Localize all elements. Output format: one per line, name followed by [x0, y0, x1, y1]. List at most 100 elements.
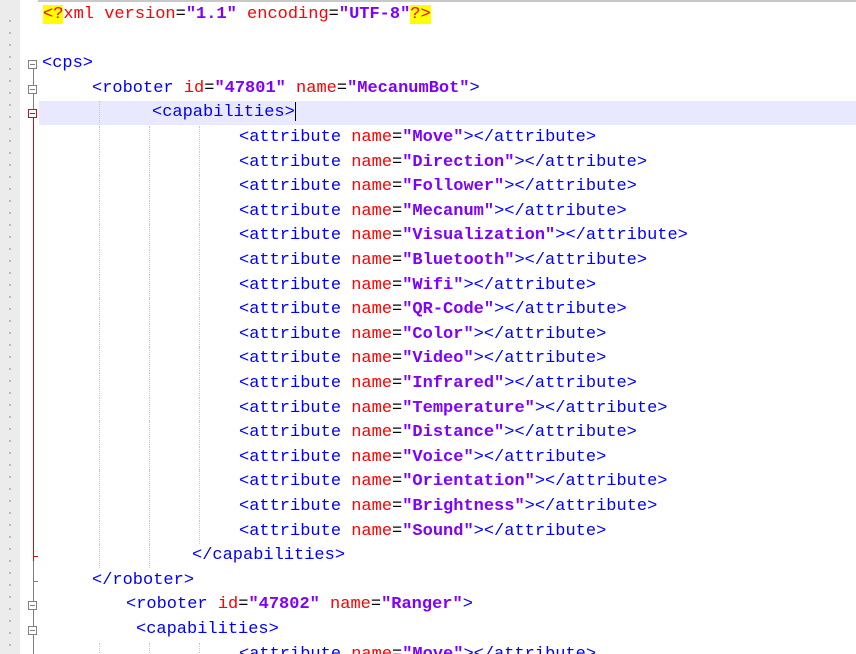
code-text: <attribute name="Visualization"></attrib…	[239, 224, 688, 248]
indent-guide	[199, 519, 200, 544]
indent-guide	[149, 249, 150, 273]
xml-attribute-name: name	[351, 251, 393, 270]
code-line[interactable]: <attribute name="Direction"></attribute>	[39, 150, 856, 175]
xml-tag: <attribute	[239, 226, 352, 246]
indent-guide	[149, 544, 150, 569]
code-line[interactable]: <attribute name="Mecanum"></attribute>	[39, 199, 856, 224]
xml-attribute-name: name	[351, 324, 393, 344]
code-line[interactable]: <attribute name="Move"></attribute>	[39, 642, 856, 654]
code-line[interactable]: <attribute name="Sound"></attribute>	[39, 519, 856, 544]
xml-attribute-name: name	[351, 497, 393, 516]
indent-guide	[199, 347, 200, 372]
code-line[interactable]: <roboter id="47802" name="Ranger">	[39, 593, 856, 617]
xml-attribute-value: "Wifi"	[402, 275, 464, 295]
current-code-line[interactable]: <capabilities>	[39, 101, 856, 126]
xml-tag: <attribute	[239, 201, 352, 221]
xml-attribute-name: name	[351, 521, 393, 541]
indent-guide	[149, 224, 150, 249]
code-line[interactable]: <attribute name="Brightness"></attribute…	[39, 495, 856, 519]
code-text: <attribute name="Direction"></attribute>	[239, 151, 647, 175]
xml-tag: <attribute	[239, 374, 352, 393]
code-line[interactable]: <attribute name="Color"></attribute>	[39, 322, 856, 347]
fold-toggle-icon[interactable]	[28, 109, 37, 119]
code-text: <attribute name="Orientation"></attribut…	[239, 470, 667, 494]
fold-toggle-icon[interactable]	[28, 601, 37, 611]
indent-guide	[99, 347, 100, 372]
fold-toggle-icon[interactable]	[28, 60, 37, 70]
code-line[interactable]: <attribute name="QR-Code"></attribute>	[39, 298, 856, 323]
code-line[interactable]	[39, 28, 856, 52]
xml-equals: =	[392, 374, 403, 393]
indent-guide	[149, 175, 150, 200]
code-line[interactable]: <roboter id="47801" name="MecanumBot">	[39, 77, 856, 101]
xml-equals: =	[392, 497, 403, 516]
indent-guide	[149, 150, 150, 175]
xml-attribute-value: "QR-Code"	[402, 300, 495, 320]
xml-equals: =	[370, 595, 382, 615]
code-line[interactable]: <attribute name="Temperature"></attribut…	[39, 396, 856, 421]
indent-guide	[199, 249, 200, 273]
code-line[interactable]: <attribute name="Move"></attribute>	[39, 126, 856, 150]
code-line[interactable]: <capabilities>	[39, 618, 856, 642]
xml-equals: =	[392, 447, 403, 467]
xml-tag: ></attribute>	[504, 374, 637, 393]
code-line[interactable]: </roboter>	[39, 569, 856, 593]
indent-guide	[199, 421, 200, 446]
xml-attribute-name: name	[351, 226, 393, 246]
xml-tag: <attribute	[239, 472, 352, 492]
code-line[interactable]: <attribute name="Visualization"></attrib…	[39, 224, 856, 249]
code-line[interactable]: <attribute name="Bluetooth"></attribute>	[39, 249, 856, 273]
code-line[interactable]: <cps>	[39, 52, 856, 76]
xml-tag: <capabilities>	[136, 620, 279, 639]
code-line[interactable]: <attribute name="Voice"></attribute>	[39, 445, 856, 470]
indent-guide	[199, 396, 200, 421]
code-line[interactable]: <attribute name="Orientation"></attribut…	[39, 470, 856, 495]
fold-toggle-icon[interactable]	[28, 626, 37, 635]
xml-declaration-text: xml version	[63, 5, 176, 24]
xml-attribute-value: "47801"	[214, 78, 286, 98]
xml-attribute-name: name	[351, 201, 393, 221]
code-line[interactable]: <attribute name="Infrared"></attribute>	[39, 372, 856, 396]
indent-guide	[99, 273, 100, 298]
xml-attribute-name: name	[351, 645, 392, 654]
indent-guide	[149, 347, 150, 372]
indent-guide	[149, 470, 150, 495]
indent-guide	[99, 495, 100, 519]
xml-equals: =	[392, 398, 403, 418]
fold-toggle-icon[interactable]	[28, 84, 37, 94]
code-text: <attribute name="Follower"></attribute>	[239, 175, 637, 199]
code-editor[interactable]: <?xml version="1.1" encoding="UTF-8"?> <c…	[0, 0, 856, 654]
code-line[interactable]: </capabilities>	[39, 544, 856, 569]
indent-guide	[149, 126, 150, 150]
xml-tag: <attribute	[239, 275, 352, 295]
xml-attribute-value: "1.1"	[185, 5, 237, 24]
xml-attribute-name: name	[351, 447, 393, 467]
xml-equals: =	[238, 595, 249, 615]
code-line[interactable]: <attribute name="Distance"></attribute>	[39, 421, 856, 446]
xml-attribute-value: "Move"	[402, 128, 464, 147]
xml-tag: <attribute	[239, 349, 352, 369]
xml-attribute-name: id	[183, 78, 205, 98]
code-line[interactable]: <attribute name="Follower"></attribute>	[39, 175, 856, 200]
xml-attribute-value: "UTF-8"	[338, 5, 411, 24]
indent-guide	[199, 495, 200, 519]
xml-tag: ></attribute>	[473, 447, 607, 467]
code-text: </capabilities>	[192, 544, 345, 568]
xml-tag: <roboter	[92, 78, 184, 98]
indent-guide	[99, 421, 100, 446]
xml-tag: <attribute	[239, 447, 352, 467]
xml-tag: ></attribute>	[473, 324, 607, 344]
xml-attribute-value: "Ranger"	[381, 595, 463, 615]
xml-attribute-name: name	[351, 398, 393, 418]
indent-guide	[99, 199, 100, 224]
xml-equals: =	[336, 78, 348, 98]
code-text: <attribute name="Wifi"></attribute>	[239, 274, 596, 298]
code-line[interactable]: <?xml version="1.1" encoding="UTF-8"?>	[39, 3, 856, 27]
indent-guide	[149, 199, 150, 224]
code-line[interactable]: <attribute name="Video"></attribute>	[39, 347, 856, 372]
indent-guide	[199, 175, 200, 200]
xml-tag: ></attribute>	[463, 645, 596, 654]
xml-tag: >	[469, 78, 480, 98]
code-line[interactable]: <attribute name="Wifi"></attribute>	[39, 273, 856, 298]
code-text: <attribute name="Infrared"></attribute>	[239, 372, 637, 396]
